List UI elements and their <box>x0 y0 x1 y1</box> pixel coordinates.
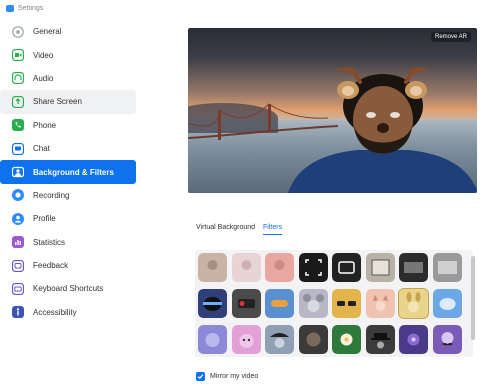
filter-pink-monster[interactable] <box>231 325 261 354</box>
sidebar-item-general[interactable]: General <box>0 20 136 43</box>
filter-purple-galaxy[interactable] <box>399 325 428 354</box>
sidebar-item-phone[interactable]: Phone <box>0 114 136 137</box>
filter-pink-tint[interactable] <box>231 253 261 282</box>
zoom-logo-icon <box>6 4 14 12</box>
filter-flower-crown[interactable] <box>332 325 361 354</box>
sidebar-item-feedback[interactable]: Feedback <box>0 254 136 277</box>
filter-pirate-hat[interactable] <box>265 325 294 354</box>
title-bar: Settings <box>0 0 482 16</box>
checkmark-icon <box>197 374 204 380</box>
sidebar-item-label: Feedback <box>33 261 69 271</box>
filter-photo-frame[interactable] <box>365 253 395 282</box>
sidebar-item-label: Audio <box>33 73 54 83</box>
sidebar-item-label: Video <box>33 50 54 60</box>
tab-virtual-background[interactable]: Virtual Background <box>196 224 255 235</box>
filter-sunglasses[interactable] <box>332 289 361 318</box>
settings-sidebar: General Video Audio Share Screen Phone C… <box>0 20 136 360</box>
sidebar-item-label: Phone <box>33 120 57 130</box>
filter-film-frame[interactable] <box>399 253 428 282</box>
accessibility-icon <box>12 306 24 319</box>
sidebar-item-profile[interactable]: Profile <box>0 207 136 230</box>
filter-cloud-face[interactable] <box>432 289 462 318</box>
sidebar-item-recording[interactable]: Recording <box>0 184 136 207</box>
video-camera-icon <box>12 49 24 62</box>
feedback-icon <box>12 259 24 272</box>
filter-bubble-face[interactable] <box>198 325 227 354</box>
background-tabs: Virtual Background Filters <box>196 224 283 235</box>
remove-ar-button[interactable]: Remove AR <box>430 32 471 42</box>
sidebar-item-label: Background & Filters <box>33 167 114 177</box>
sidebar-item-statistics[interactable]: Statistics <box>0 231 136 254</box>
sidebar-item-label: General <box>33 27 62 37</box>
profile-icon <box>12 212 24 225</box>
statistics-icon <box>12 236 24 249</box>
filter-koala[interactable] <box>298 289 328 318</box>
filter-tv-frame[interactable] <box>332 253 361 282</box>
keyboard-icon <box>12 282 24 295</box>
remove-ar-label: Remove AR <box>434 34 467 40</box>
filter-retro-frame[interactable] <box>432 253 462 282</box>
person-with-deer-filter <box>288 68 477 193</box>
filter-frame-focus[interactable] <box>298 253 328 282</box>
sidebar-item-share-screen[interactable]: Share Screen <box>0 90 136 114</box>
sidebar-item-label: Profile <box>33 214 56 224</box>
filter-detective-hat[interactable] <box>365 325 395 354</box>
filter-cat-ears[interactable] <box>365 289 395 318</box>
filter-dark-portrait[interactable] <box>298 325 328 354</box>
recording-icon <box>12 189 24 202</box>
window-title: Settings <box>18 4 44 12</box>
sidebar-item-label: Keyboard Shortcuts <box>33 284 104 294</box>
sidebar-item-label: Recording <box>33 190 70 200</box>
sidebar-item-accessibility[interactable]: Accessibility <box>0 301 136 324</box>
share-screen-icon <box>12 95 24 108</box>
tab-filters[interactable]: Filters <box>263 224 283 235</box>
headphones-icon <box>12 72 24 85</box>
sidebar-item-label: Chat <box>33 144 50 154</box>
filter-beige-tint[interactable] <box>198 253 227 282</box>
sidebar-item-chat[interactable]: Chat <box>0 137 136 160</box>
mirror-video-label: Mirror my video <box>210 373 259 380</box>
sidebar-item-video[interactable]: Video <box>0 43 136 66</box>
sidebar-item-keyboard-shortcuts[interactable]: Keyboard Shortcuts <box>0 277 136 300</box>
sidebar-item-label: Accessibility <box>33 307 77 317</box>
video-preview: Remove AR <box>188 28 477 193</box>
background-icon <box>12 166 24 178</box>
filter-vr-goggles[interactable] <box>231 289 261 318</box>
filter-space-helmet[interactable] <box>198 289 227 318</box>
filter-ski-goggles[interactable] <box>265 289 294 318</box>
gear-icon <box>12 25 24 38</box>
filter-grid <box>198 253 468 354</box>
filter-mustache[interactable] <box>432 325 462 354</box>
chat-icon <box>12 142 24 155</box>
filter-rose-tint[interactable] <box>265 253 294 282</box>
phone-icon <box>12 119 24 132</box>
mirror-video-checkbox[interactable] <box>196 372 205 381</box>
filter-scrollbar[interactable] <box>471 256 475 340</box>
sidebar-item-label: Share Screen <box>33 97 82 107</box>
mirror-video-option[interactable]: Mirror my video <box>196 372 258 381</box>
filter-bunny-ears[interactable] <box>398 288 429 319</box>
sidebar-item-label: Statistics <box>33 237 66 247</box>
sidebar-item-background-filters[interactable]: Background & Filters <box>0 160 136 184</box>
sidebar-item-audio[interactable]: Audio <box>0 67 136 90</box>
